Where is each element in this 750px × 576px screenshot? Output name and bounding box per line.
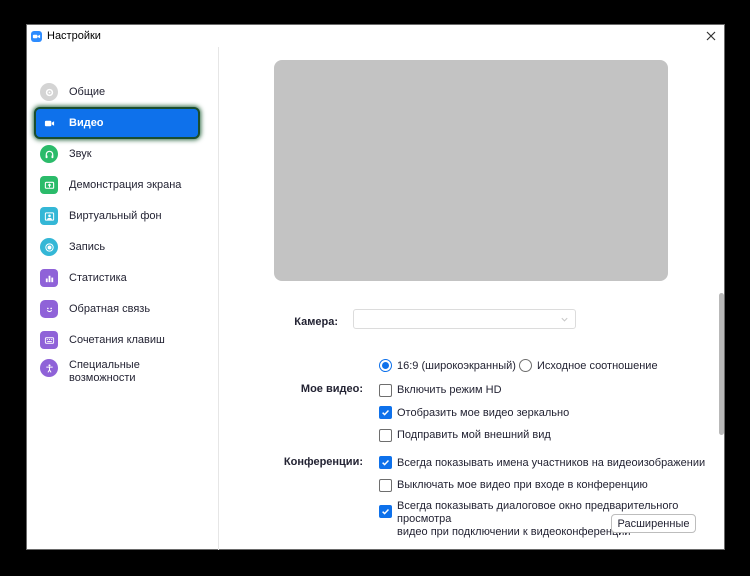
headphones-icon (40, 145, 58, 163)
scrollbar-thumb[interactable] (719, 293, 724, 435)
enable-hd-checkbox[interactable] (379, 384, 392, 397)
sidebar-item-label-line1: Специальные (69, 359, 140, 371)
aspect-widescreen-label: 16:9 (широкоэкранный) (397, 360, 516, 372)
show-video-preview-dialog-label-line2: видео при подключении к видеоконференции (397, 526, 631, 538)
sidebar-item-label: Общие (69, 85, 106, 98)
statistics-icon (40, 269, 58, 287)
sidebar-item-keyboard-shortcuts[interactable]: Сочетания клавиш (36, 326, 198, 354)
sidebar-item-label: Специальные возможности (69, 359, 140, 385)
sidebar-item-audio[interactable]: Звук (36, 140, 198, 168)
camera-select[interactable] (353, 309, 576, 329)
close-button[interactable] (704, 29, 718, 43)
settings-window: Настройки Общие Видео Звук Демонстрация … (26, 24, 725, 550)
record-icon (40, 238, 58, 256)
turn-off-video-on-join-label: Выключать мое видео при входе в конферен… (397, 479, 648, 491)
advanced-button[interactable]: Расширенные (611, 514, 696, 533)
sidebar-item-label: Демонстрация экрана (69, 178, 182, 191)
enable-hd-label: Включить режим HD (397, 384, 502, 396)
checkmark-icon (382, 410, 389, 416)
video-settings-panel: Камера: 16:9 (широкоэкранный) Исходное с… (220, 47, 725, 550)
accessibility-icon (40, 359, 58, 377)
turn-off-video-on-join-checkbox[interactable] (379, 479, 392, 492)
sidebar-item-label: Обратная связь (69, 302, 151, 315)
sidebar-item-accessibility[interactable]: Специальные возможности (36, 357, 198, 387)
mirror-video-label: Отобразить мое видео зеркально (397, 407, 570, 419)
show-video-preview-dialog-checkbox[interactable] (379, 505, 392, 518)
sidebar-item-label-line2: возможности (69, 372, 136, 384)
settings-sidebar: Общие Видео Звук Демонстрация экрана Вир… (27, 47, 219, 550)
sidebar-item-feedback[interactable]: Обратная связь (36, 295, 198, 323)
aspect-original-radio[interactable] (519, 359, 532, 372)
checkmark-icon (382, 509, 389, 515)
sidebar-item-label: Сочетания клавиш (69, 333, 165, 346)
touch-up-appearance-label: Подправить мой внешний вид (397, 429, 551, 441)
sidebar-item-virtual-background[interactable]: Виртуальный фон (36, 202, 198, 230)
sidebar-item-statistics[interactable]: Статистика (36, 264, 198, 292)
close-icon (706, 31, 716, 41)
my-video-label: Мое видео: (300, 383, 363, 395)
sidebar-item-label: Звук (69, 147, 92, 160)
sidebar-item-label: Виртуальный фон (69, 209, 162, 222)
meetings-label: Конференции: (283, 456, 363, 468)
aspect-widescreen-radio[interactable] (379, 359, 392, 372)
screen-share-icon (40, 176, 58, 194)
sidebar-item-screen-share[interactable]: Демонстрация экрана (36, 171, 198, 199)
sidebar-item-label: Статистика (69, 271, 127, 284)
window-title: Настройки (47, 30, 101, 42)
sidebar-item-label: Видео (69, 116, 104, 129)
sidebar-item-label: Запись (69, 240, 106, 253)
chevron-down-icon (561, 317, 568, 322)
title-bar: Настройки (27, 25, 724, 47)
mirror-video-checkbox[interactable] (379, 406, 392, 419)
sidebar-item-general[interactable]: Общие (36, 78, 198, 106)
video-camera-icon (40, 114, 58, 132)
sidebar-item-recording[interactable]: Запись (36, 233, 198, 261)
zoom-app-icon (31, 31, 42, 42)
show-participant-names-label: Всегда показывать имена участников на ви… (397, 457, 706, 469)
keyboard-icon (40, 331, 58, 349)
sidebar-item-video[interactable]: Видео (36, 109, 198, 137)
feedback-smile-icon (40, 300, 58, 318)
camera-label: Камера: (294, 316, 338, 328)
show-participant-names-checkbox[interactable] (379, 456, 392, 469)
video-preview (274, 60, 668, 281)
gear-icon (40, 83, 58, 101)
checkmark-icon (382, 460, 389, 466)
touch-up-appearance-checkbox[interactable] (379, 429, 392, 442)
virtual-background-icon (40, 207, 58, 225)
aspect-original-label: Исходное соотношение (537, 360, 658, 372)
